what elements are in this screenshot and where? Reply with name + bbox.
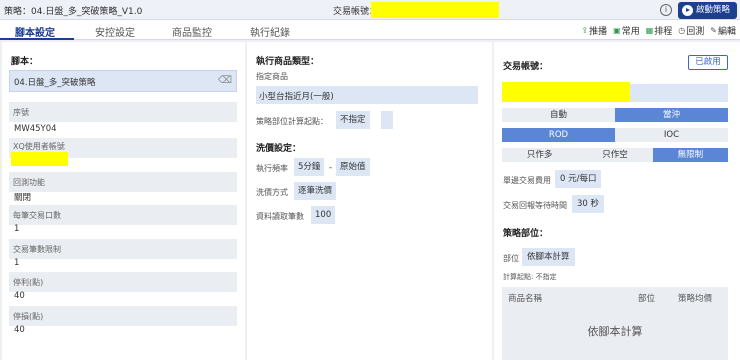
col-avg-price: 策略均價 [678,294,713,304]
read-count-input[interactable]: 100 [311,206,336,224]
freq-label: 執行頻率 [256,164,288,173]
read-count-label: 資料讀取筆數 [256,212,304,221]
freq-select[interactable]: 5分鐘 [294,158,325,176]
order-ioc[interactable]: IOC [615,128,728,142]
account-panel: 交易帳號： 已啟用 自動 當沖 ROD IOC 只作多 只作空 無限制 單邊交易… [494,42,740,360]
position-start-extra[interactable] [381,111,393,129]
position-start-label: 策略部位計算起點： [256,117,328,126]
direction-long-only[interactable]: 只作多 [502,148,578,162]
xq-account-value-redacted [11,152,68,166]
backtest-value: 關閉 [14,193,32,203]
stop-loss-row: 停損(點) [9,306,237,326]
backtest-button[interactable]: ◷ 回測 [678,24,704,37]
tab-bar: 腳本設定 安控設定 商品監控 執行紀錄 ⇪ 推播 ▣ 常用 ▦ 排程 ◷ 回測 ✎ 編輯 [0,20,740,40]
wash-method-select[interactable]: 逐筆洗價 [294,182,337,200]
account-title: 交易帳號： [503,62,549,72]
serial-row: 序號 [9,102,237,122]
fee-label: 單邊交易費用 [503,176,551,185]
designated-product-value: 小型台指近月(一般) [259,92,334,102]
schedule-icon: ▦ [645,26,654,35]
script-title: 腳本： [11,57,39,67]
wait-label: 交易回報等待時間 [503,201,567,210]
script-select[interactable]: 04.日盤_多_突破策略 ⌫ [9,70,237,92]
backtest-icon: ◷ [678,26,686,35]
col-product-name: 商品名稱 [508,294,543,304]
position-title: 策略部位： [503,229,549,239]
trade-account-field[interactable] [630,84,728,102]
play-icon [682,5,693,16]
mode-auto[interactable]: 自動 [502,108,615,122]
order-rod[interactable]: ROD [502,128,615,142]
take-profit-value: 40 [14,291,25,301]
position-table: 商品名稱 部位 策略均價 依腳本計算 [502,287,728,360]
strategy-title: 策略：04.日盤_多_突破策略_V1.0 [4,7,143,17]
product-panel: 執行商品類型： 指定商品 小型台指近月(一般) 策略部位計算起點： 不指定 洗價… [247,42,492,360]
mode-segment: 自動 當沖 [502,108,728,122]
calc-start-note: 計算起點: 不指定 [503,273,557,281]
position-start-select[interactable]: 不指定 [336,111,370,129]
push-button[interactable]: ⇪ 推播 [581,24,607,37]
table-empty-text: 依腳本計算 [587,325,643,338]
serial-value: MW45Y04 [14,124,57,134]
tab-script-settings[interactable]: 腳本設定 [15,24,55,39]
trade-limit-row: 交易筆數限制 [9,239,237,259]
position-select[interactable]: 依腳本計算 [522,248,575,266]
account-value-redacted [371,2,499,18]
tab-execution-log[interactable]: 執行紀錄 [250,24,290,39]
push-icon: ⇪ [581,26,589,35]
tab-security-settings[interactable]: 安控設定 [95,24,135,39]
freq-mode-select[interactable]: 原始值 [336,158,370,176]
direction-segment: 只作多 只作空 無限制 [502,148,728,162]
tab-product-monitor[interactable]: 商品監控 [172,24,212,39]
take-profit-row: 停利(點) [9,272,237,292]
position-label: 部位 [503,254,519,263]
trade-account-redacted [502,82,630,102]
edit-icon: ✎ [710,26,717,35]
toolbar: ⇪ 推播 ▣ 常用 ▦ 排程 ◷ 回測 ✎ 編輯 [581,24,736,37]
script-name: 04.日盤_多_突破策略 [14,78,96,88]
direction-unlimited[interactable]: 無限制 [652,148,728,162]
edit-button[interactable]: ✎ 編輯 [710,24,736,37]
designated-label: 指定商品 [256,72,288,81]
favorite-icon: ▣ [613,26,621,35]
wait-input[interactable]: 30 秒 [572,195,605,213]
mode-daytrade[interactable]: 當沖 [615,108,728,122]
product-type-title: 執行商品類型： [256,57,320,67]
col-position: 部位 [638,294,656,304]
direction-short-only[interactable]: 只作空 [577,148,653,162]
schedule-button[interactable]: ▦ 排程 [646,24,673,37]
info-icon[interactable]: i [660,4,672,16]
fee-input[interactable]: 0 元/每口 [555,170,602,188]
script-panel: 腳本： 04.日盤_多_突破策略 ⌫ 序號 MW45Y04 XQ使用者帳號 回測… [2,42,245,360]
enabled-button[interactable]: 已啟用 [688,55,728,70]
freq-separator: - [329,163,333,173]
clear-icon[interactable]: ⌫ [218,75,232,86]
order-type-segment: ROD IOC [502,128,728,142]
stop-loss-value: 40 [14,325,25,335]
lots-value: 1 [14,224,20,234]
trade-limit-value: 1 [14,258,20,268]
backtest-row: 回測功能 [9,172,237,192]
favorite-button[interactable]: ▣ 常用 [613,24,640,37]
start-strategy-button[interactable]: 啟動策略 [678,2,737,19]
wash-method-label: 洗價方式 [256,188,288,197]
wash-title: 洗價設定： [256,144,302,154]
active-tab-underline [0,38,74,40]
lots-row: 每筆交易口數 [9,205,237,225]
designated-product-field[interactable]: 小型台指近月(一般) [256,86,478,104]
top-bar: 策略：04.日盤_多_突破策略_V1.0 交易帳號： i 啟動策略 [0,0,740,20]
